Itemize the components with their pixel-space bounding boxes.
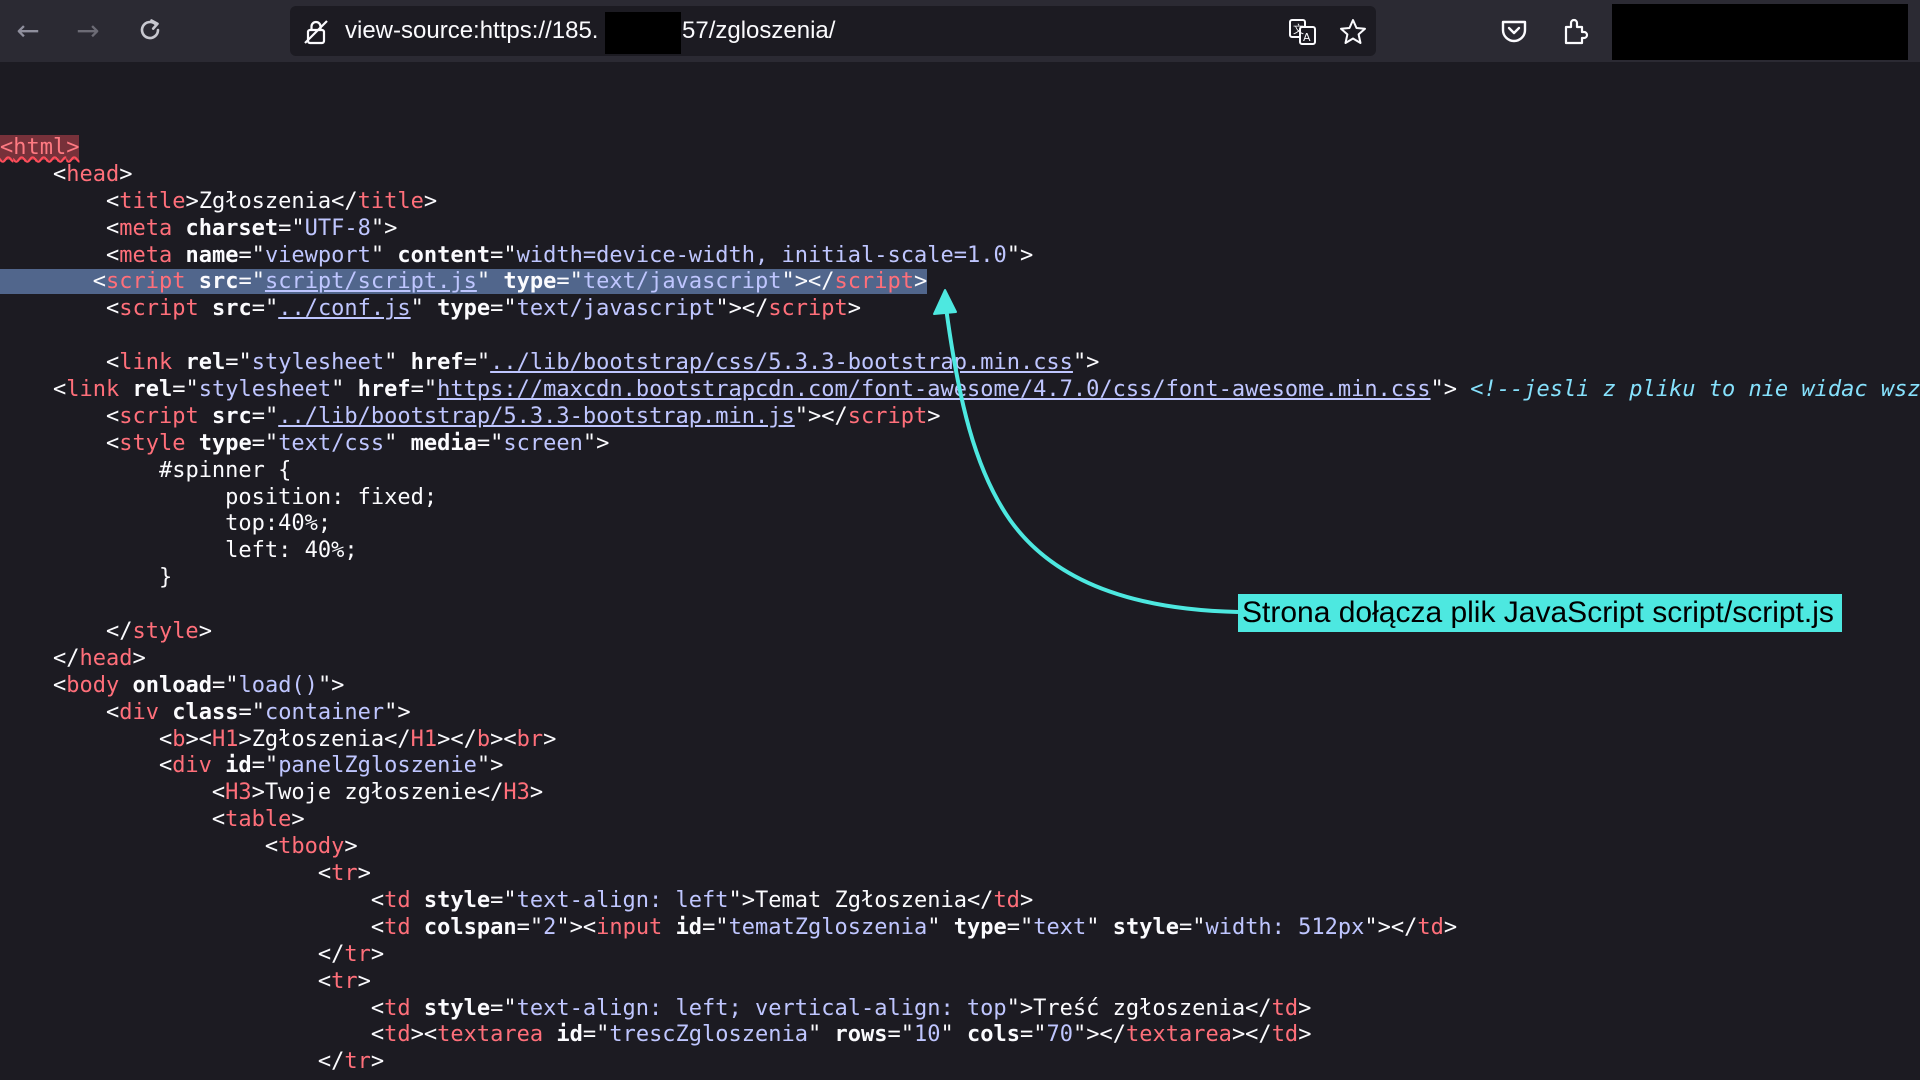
selection-highlight: <script src="script/script.js" type="tex…	[0, 269, 928, 295]
title-text: Zgłoszenia	[198, 188, 332, 214]
url-bar[interactable]: view-source:https://185. 57/zgloszenia/ …	[290, 6, 1376, 56]
source-line: <meta name="viewport" content="width=dev…	[0, 242, 1034, 268]
source-line: left: 40%;	[225, 538, 358, 564]
conf-link[interactable]: ../conf.js	[278, 296, 410, 321]
extensions-icon[interactable]	[1560, 15, 1592, 47]
reload-button[interactable]	[130, 10, 170, 50]
back-button[interactable]: ←	[8, 10, 48, 50]
annotation-callout: Strona dołącza plik JavaScript script/sc…	[1238, 594, 1842, 632]
source-line: <body onload="load()">	[0, 672, 345, 698]
svg-text:A: A	[1303, 31, 1311, 44]
lock-icon[interactable]	[302, 18, 330, 46]
star-icon[interactable]	[1338, 17, 1368, 47]
source-line: <td style="text-align: left">Temat Zgłos…	[0, 887, 1034, 913]
source-line: </tr>	[0, 1049, 385, 1075]
translate-icon[interactable]: 文 A	[1288, 17, 1318, 47]
bootstrap-js-link[interactable]: ../lib/bootstrap/5.3.3-bootstrap.min.js	[278, 404, 795, 429]
source-line: </tr>	[0, 941, 385, 967]
source-line: <td style="text-align: left; vertical-al…	[0, 995, 1312, 1021]
source-line: <link rel="stylesheet" href="../lib/boot…	[0, 350, 1100, 376]
source-line: top:40%;	[225, 511, 332, 537]
source-line: <title>Zgłoszenia</title>	[0, 188, 438, 214]
source-line: <table>	[0, 807, 305, 833]
source-line: <script src="../lib/bootstrap/5.3.3-boot…	[0, 403, 941, 429]
source-line: <style type="text/css" media="screen">	[0, 430, 610, 456]
pocket-icon[interactable]	[1498, 15, 1530, 47]
forward-button[interactable]: →	[68, 10, 108, 50]
source-line: <div class="container">	[0, 699, 411, 725]
source-line: <head>	[0, 161, 133, 187]
source-line: <tr>	[0, 968, 371, 994]
script-link[interactable]: script/script.js	[265, 269, 477, 294]
source-line: #spinner {	[158, 457, 292, 483]
browser-toolbar: ← → view-source:https://185. 57/zgloszen…	[0, 0, 1920, 62]
source-line: <html>	[0, 135, 80, 160]
source-line: <td><textarea id="trescZgloszenia" rows=…	[0, 1022, 1312, 1048]
url-text-prefix: view-source:https://185.	[345, 17, 599, 44]
source-line: }	[158, 565, 173, 591]
url-text-suffix: 57/zgloszenia/	[682, 17, 836, 44]
source-line: <tr>	[0, 861, 371, 887]
source-line: <div id="panelZgloszenie">	[0, 753, 504, 779]
source-line: <H3>Twoje zgłoszenie</H3>	[0, 780, 544, 806]
reload-icon	[140, 19, 160, 40]
source-line: <meta charset="UTF-8">	[0, 215, 398, 241]
source-line: <tbody>	[0, 834, 358, 860]
source-comment: <!--jesli z pliku to nie widac wszy	[1470, 377, 1920, 403]
source-line: <link rel="stylesheet" href="https://max…	[0, 377, 1920, 404]
font-awesome-link[interactable]: https://maxcdn.bootstrapcdn.com/font-awe…	[437, 377, 1430, 402]
redacted-profile-area	[1612, 4, 1908, 60]
arrow-right-icon: →	[76, 13, 100, 47]
bootstrap-css-link[interactable]: ../lib/bootstrap/css/5.3.3-bootstrap.min…	[490, 350, 1073, 375]
source-line: position: fixed;	[225, 484, 438, 510]
redacted-box	[605, 12, 681, 54]
source-line-blank	[0, 323, 1920, 350]
arrow-left-icon: ←	[16, 13, 40, 47]
source-line-highlighted: <script src="script/script.js" type="tex…	[0, 269, 1920, 296]
source-line: <b><H1>Zgłoszenia</H1></b><br>	[0, 726, 557, 752]
source-line: <td colspan="2"><input id="tematZgloszen…	[0, 914, 1458, 940]
source-line: <script src="../conf.js" type="text/java…	[0, 296, 862, 322]
source-line: </head>	[0, 645, 146, 671]
